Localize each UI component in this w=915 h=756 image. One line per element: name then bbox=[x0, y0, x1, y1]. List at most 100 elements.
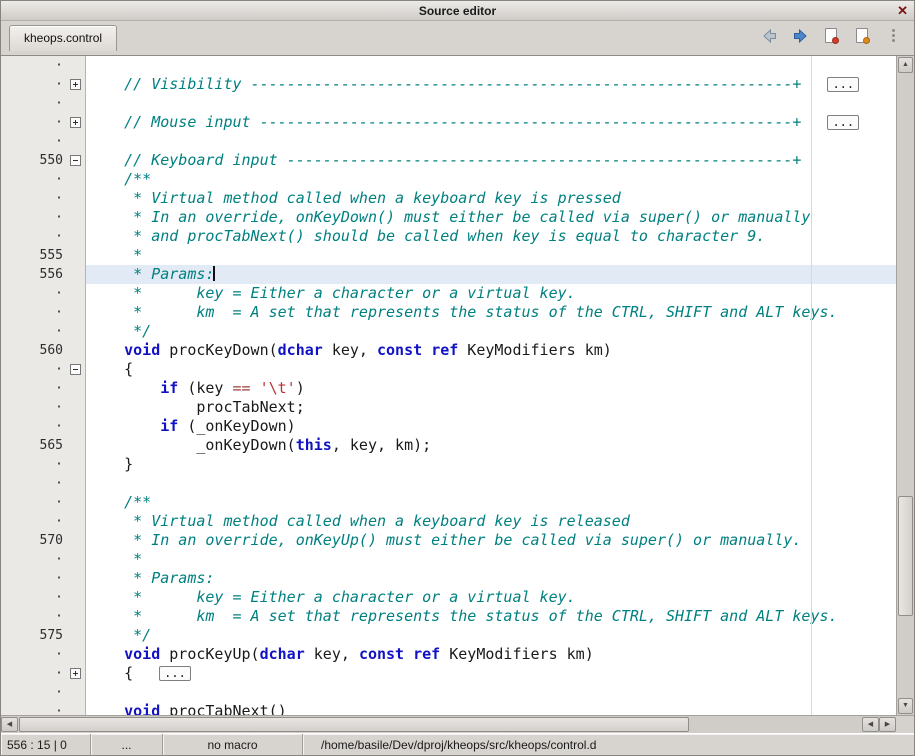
fold-gutter[interactable] bbox=[66, 75, 86, 94]
fold-gutter[interactable] bbox=[66, 360, 86, 379]
code-text[interactable]: * key = Either a character or a virtual … bbox=[86, 284, 896, 303]
code-line[interactable]: 560 void procKeyDown(dchar key, const re… bbox=[1, 341, 896, 360]
fold-gutter[interactable] bbox=[66, 151, 86, 170]
code-text[interactable]: if (key == '\t') bbox=[86, 379, 896, 398]
scroll-left-icon[interactable]: ◀ bbox=[862, 717, 879, 732]
code-line[interactable]: · * key = Either a character or a virtua… bbox=[1, 284, 896, 303]
code-text[interactable]: * Params: bbox=[86, 569, 896, 588]
code-text[interactable]: * km = A set that represents the status … bbox=[86, 303, 896, 322]
code-line[interactable]: · * In an override, onKeyDown() must eit… bbox=[1, 208, 896, 227]
code-text[interactable] bbox=[86, 56, 896, 75]
code-line[interactable]: 575 */ bbox=[1, 626, 896, 645]
code-line[interactable]: · bbox=[1, 56, 896, 75]
code-text[interactable]: * km = A set that represents the status … bbox=[86, 607, 896, 626]
code-text[interactable]: // Mouse input -------------------------… bbox=[86, 113, 896, 132]
code-text[interactable]: {... bbox=[86, 664, 896, 683]
code-text[interactable] bbox=[86, 683, 896, 702]
code-line[interactable]: · * Virtual method called when a keyboar… bbox=[1, 189, 896, 208]
code-line[interactable]: · void procKeyUp(dchar key, const ref Ke… bbox=[1, 645, 896, 664]
titlebar[interactable]: Source editor ✕ bbox=[1, 1, 914, 21]
detach-grip-icon[interactable] bbox=[884, 27, 902, 44]
code-text[interactable]: * Virtual method called when a keyboard … bbox=[86, 512, 896, 531]
horizontal-scrollbar-thumb[interactable] bbox=[19, 717, 689, 732]
code-text[interactable]: * bbox=[86, 550, 896, 569]
collapsed-fold-marker[interactable]: ... bbox=[159, 666, 191, 681]
code-line[interactable]: · void procTabNext() bbox=[1, 702, 896, 715]
code-lines[interactable]: ·· // Visibility -----------------------… bbox=[1, 56, 896, 715]
code-text[interactable]: * Virtual method called when a keyboard … bbox=[86, 189, 896, 208]
code-line[interactable]: 565 _onKeyDown(this, key, km); bbox=[1, 436, 896, 455]
fold-gutter[interactable] bbox=[66, 113, 86, 132]
vertical-scrollbar[interactable]: ▲ ▼ bbox=[896, 56, 914, 715]
code-text[interactable]: */ bbox=[86, 626, 896, 645]
code-text[interactable]: { bbox=[86, 360, 896, 379]
code-line[interactable]: 550 // Keyboard input ------------------… bbox=[1, 151, 896, 170]
code-text[interactable]: /** bbox=[86, 493, 896, 512]
scroll-down-icon[interactable]: ▼ bbox=[898, 698, 913, 714]
code-line[interactable]: · /** bbox=[1, 493, 896, 512]
code-line[interactable]: · // Mouse input -----------------------… bbox=[1, 113, 896, 132]
vertical-scrollbar-thumb[interactable] bbox=[898, 496, 913, 616]
code-text[interactable] bbox=[86, 132, 896, 151]
code-line-current[interactable]: 556 * Params: bbox=[1, 265, 896, 284]
code-line[interactable]: · bbox=[1, 474, 896, 493]
scroll-left-icon[interactable]: ◀ bbox=[1, 717, 18, 732]
code-text[interactable]: * In an override, onKeyDown() must eithe… bbox=[86, 208, 896, 227]
code-line[interactable]: · } bbox=[1, 455, 896, 474]
horizontal-scrollbar[interactable]: ◀ ◀ ▶ bbox=[1, 715, 914, 733]
code-line[interactable]: · * km = A set that represents the statu… bbox=[1, 303, 896, 322]
scroll-right-icon[interactable]: ▶ bbox=[879, 717, 896, 732]
code-line[interactable]: · * key = Either a character or a virtua… bbox=[1, 588, 896, 607]
tab-kheops-control[interactable]: kheops.control bbox=[9, 25, 117, 51]
fold-collapse-icon[interactable] bbox=[70, 364, 81, 375]
code-text[interactable]: * Params: bbox=[86, 265, 896, 284]
fold-expand-icon[interactable] bbox=[70, 117, 81, 128]
fold-expand-icon[interactable] bbox=[70, 79, 81, 90]
code-line[interactable]: · * and procTabNext() should be called w… bbox=[1, 227, 896, 246]
code-text[interactable]: * In an override, onKeyUp() must either … bbox=[86, 531, 896, 550]
close-icon[interactable]: ✕ bbox=[897, 2, 908, 20]
code-text[interactable]: * key = Either a character or a virtual … bbox=[86, 588, 896, 607]
code-text[interactable] bbox=[86, 474, 896, 493]
go-forward-icon[interactable] bbox=[791, 27, 809, 44]
code-text[interactable] bbox=[86, 94, 896, 113]
fold-expand-icon[interactable] bbox=[70, 668, 81, 679]
code-text[interactable]: } bbox=[86, 455, 896, 474]
code-line[interactable]: · procTabNext; bbox=[1, 398, 896, 417]
code-line[interactable]: · * km = A set that represents the statu… bbox=[1, 607, 896, 626]
document-orange-icon[interactable] bbox=[853, 27, 871, 44]
code-line[interactable]: · if (_onKeyDown) bbox=[1, 417, 896, 436]
code-line[interactable]: 570 * In an override, onKeyUp() must eit… bbox=[1, 531, 896, 550]
code-text[interactable]: * and procTabNext() should be called whe… bbox=[86, 227, 896, 246]
code-text[interactable]: // Keyboard input ----------------------… bbox=[86, 151, 896, 170]
collapsed-fold-marker[interactable]: ... bbox=[827, 115, 859, 130]
code-text[interactable]: */ bbox=[86, 322, 896, 341]
collapsed-fold-marker[interactable]: ... bbox=[827, 77, 859, 92]
code-text[interactable]: void procTabNext() bbox=[86, 702, 896, 715]
fold-gutter[interactable] bbox=[66, 664, 86, 683]
code-text[interactable]: * bbox=[86, 246, 896, 265]
document-red-icon[interactable] bbox=[822, 27, 840, 44]
code-text[interactable]: /** bbox=[86, 170, 896, 189]
code-line[interactable]: · bbox=[1, 683, 896, 702]
code-line[interactable]: · {... bbox=[1, 664, 896, 683]
code-line[interactable]: · * Virtual method called when a keyboar… bbox=[1, 512, 896, 531]
code-line[interactable]: · * Params: bbox=[1, 569, 896, 588]
code-line[interactable]: 555 * bbox=[1, 246, 896, 265]
code-line[interactable]: · bbox=[1, 132, 896, 151]
code-line[interactable]: · */ bbox=[1, 322, 896, 341]
code-text[interactable]: procTabNext; bbox=[86, 398, 896, 417]
code-line[interactable]: · { bbox=[1, 360, 896, 379]
scroll-up-icon[interactable]: ▲ bbox=[898, 57, 913, 73]
go-back-icon[interactable] bbox=[760, 27, 778, 44]
code-text[interactable]: void procKeyUp(dchar key, const ref KeyM… bbox=[86, 645, 896, 664]
code-line[interactable]: · if (key == '\t') bbox=[1, 379, 896, 398]
code-text[interactable]: void procKeyDown(dchar key, const ref Ke… bbox=[86, 341, 896, 360]
fold-collapse-icon[interactable] bbox=[70, 155, 81, 166]
code-text[interactable]: if (_onKeyDown) bbox=[86, 417, 896, 436]
code-line[interactable]: · // Visibility ------------------------… bbox=[1, 75, 896, 94]
code-line[interactable]: · /** bbox=[1, 170, 896, 189]
code-text[interactable]: _onKeyDown(this, key, km); bbox=[86, 436, 896, 455]
code-line[interactable]: · * bbox=[1, 550, 896, 569]
code-line[interactable]: · bbox=[1, 94, 896, 113]
